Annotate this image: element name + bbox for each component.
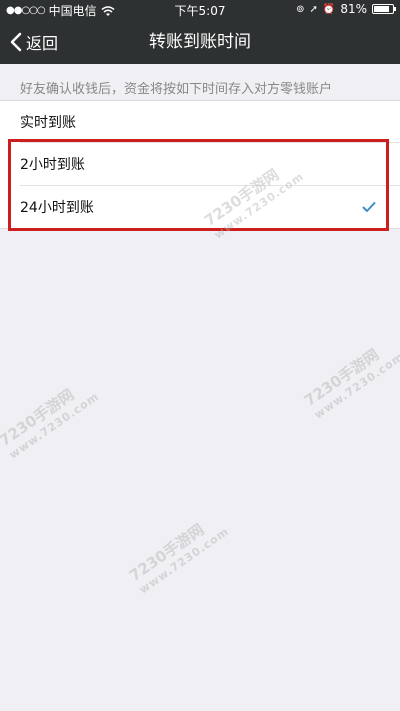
watermark: 7230手游网 www.7230.com <box>301 345 400 422</box>
option-24-hours[interactable]: 24小时到账 <box>0 185 400 228</box>
checkmark-icon <box>362 201 376 212</box>
nav-bar: 返回 转账到账时间 <box>0 20 400 64</box>
option-list: 实时到账 2小时到账 24小时到账 <box>0 100 400 229</box>
page-title: 转账到账时间 <box>149 32 251 52</box>
watermark: 7230手游网 www.7230.com <box>0 385 102 462</box>
location-icon: ➚ <box>309 3 318 15</box>
status-right: ⊚ ➚ ⏰ 81% <box>296 2 396 16</box>
option-label: 24小时到账 <box>20 199 94 216</box>
watermark: 7230手游网 www.7230.com <box>126 520 232 597</box>
battery-icon <box>372 4 396 14</box>
battery-percent: 81% <box>340 2 367 16</box>
option-label: 2小时到账 <box>20 156 85 173</box>
status-bar: ●●○○○ 中国电信 下午5:07 ⊚ ➚ ⏰ 81% <box>0 0 400 20</box>
option-label: 实时到账 <box>20 114 76 131</box>
rotation-lock-icon: ⊚ <box>296 3 305 15</box>
option-realtime[interactable]: 实时到账 <box>0 101 400 142</box>
hint-text: 好友确认收钱后，资金将按如下时间存入对方零钱账户 <box>20 82 333 97</box>
battery-fill <box>374 6 389 12</box>
option-2-hours[interactable]: 2小时到账 <box>0 142 400 185</box>
alarm-icon: ⏰ <box>322 3 336 15</box>
